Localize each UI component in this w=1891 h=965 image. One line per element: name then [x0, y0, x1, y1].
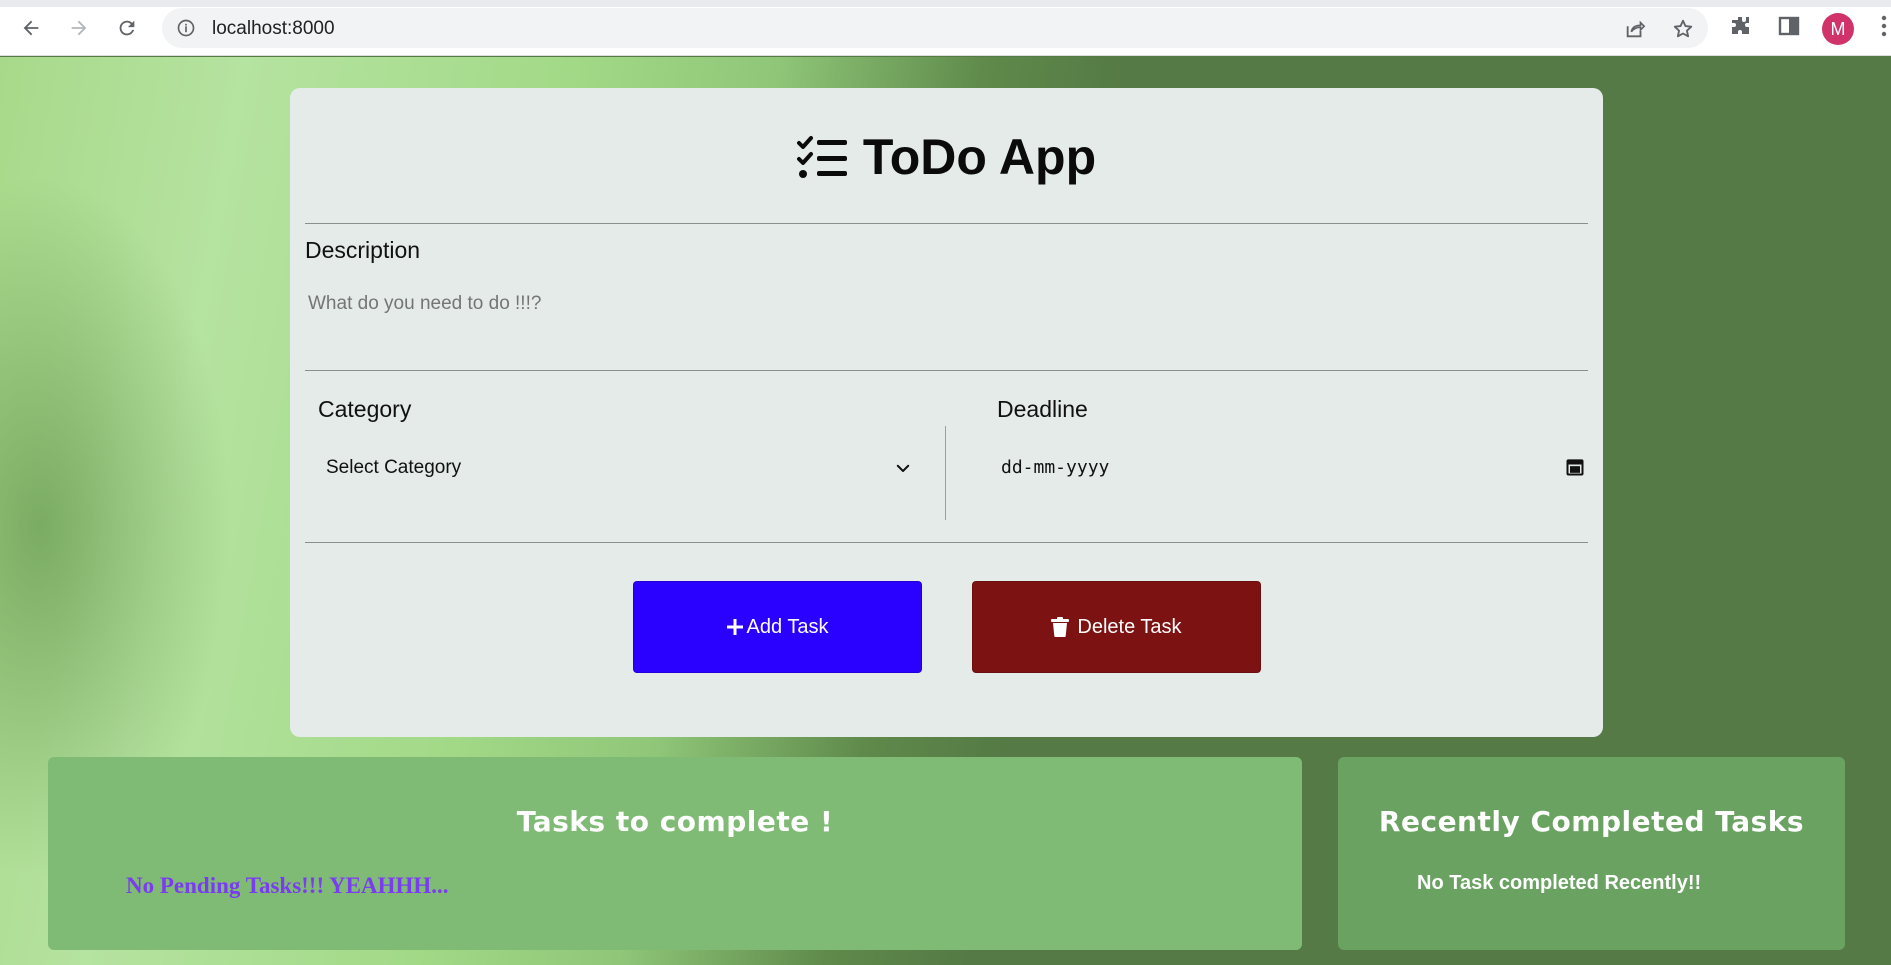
- deadline-placeholder: dd-mm-yyyy: [1001, 457, 1110, 478]
- deadline-date-input[interactable]: dd-mm-yyyy: [997, 449, 1587, 487]
- category-label: Category: [318, 396, 412, 422]
- url-text: localhost:8000: [212, 18, 335, 39]
- share-icon[interactable]: [1624, 18, 1646, 45]
- checklist-icon: [796, 136, 847, 178]
- bookmark-star-icon[interactable]: [1672, 18, 1694, 45]
- avatar-letter: M: [1830, 18, 1846, 39]
- pending-tasks-panel: Tasks to complete ! No Pending Tasks!!! …: [48, 757, 1302, 950]
- chevron-down-icon: [896, 464, 910, 472]
- divider: [305, 223, 1588, 224]
- deadline-label: Deadline: [997, 396, 1088, 422]
- plus-icon: [726, 619, 743, 635]
- back-button[interactable]: [14, 11, 48, 45]
- more-menu-icon[interactable]: [1880, 14, 1888, 43]
- pending-tasks-title: Tasks to complete !: [516, 805, 834, 838]
- completed-tasks-title: Recently Completed Tasks: [1378, 805, 1805, 838]
- profile-avatar[interactable]: M: [1822, 13, 1854, 45]
- delete-task-button[interactable]: Delete Task: [972, 581, 1261, 673]
- tab-strip: [0, 0, 1891, 7]
- address-bar[interactable]: localhost:8000: [162, 8, 1708, 48]
- back-icon: [23, 20, 39, 36]
- todo-form-card: ToDo App Description Category Select Cat…: [290, 88, 1603, 737]
- calendar-icon[interactable]: [1565, 457, 1585, 477]
- add-task-label: Add Task: [746, 615, 829, 638]
- reload-icon: [119, 20, 135, 36]
- description-input[interactable]: [305, 288, 1588, 320]
- category-select[interactable]: Select Category: [318, 449, 920, 487]
- no-pending-message: No Pending Tasks!!! YEAHHH...: [126, 873, 449, 898]
- app-header: ToDo App: [290, 128, 1603, 186]
- forward-button[interactable]: [62, 11, 96, 45]
- extensions-icon[interactable]: [1729, 14, 1753, 43]
- forward-icon: [71, 20, 87, 36]
- app-title: ToDo App: [862, 129, 1097, 185]
- page-background: ToDo App Description Category Select Cat…: [0, 57, 1891, 965]
- no-completed-message: No Task completed Recently!!: [1417, 872, 1702, 894]
- side-panel-icon[interactable]: [1777, 14, 1801, 43]
- description-label: Description: [305, 237, 421, 263]
- trash-icon: [1051, 617, 1070, 637]
- divider: [305, 370, 1588, 371]
- completed-tasks-panel: Recently Completed Tasks No Task complet…: [1338, 757, 1845, 950]
- add-task-button[interactable]: Add Task: [633, 581, 922, 673]
- delete-task-label: Delete Task: [1077, 615, 1182, 638]
- browser-toolbar: localhost:8000 M: [0, 0, 1891, 56]
- site-info-icon[interactable]: [176, 18, 196, 43]
- reload-button[interactable]: [110, 11, 144, 45]
- category-selected-value: Select Category: [326, 457, 462, 478]
- divider: [305, 542, 1588, 543]
- vertical-divider: [945, 426, 946, 520]
